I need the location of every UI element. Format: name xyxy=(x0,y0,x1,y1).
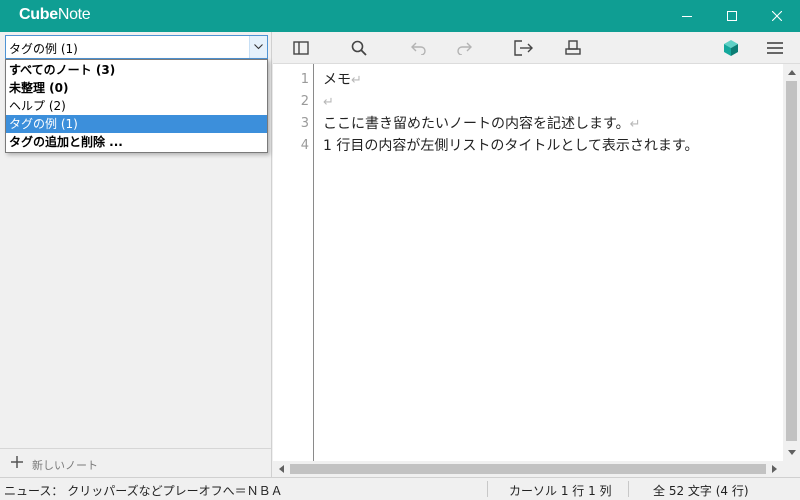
horizontal-scrollbar[interactable] xyxy=(273,461,783,477)
editor-line-text: メモ xyxy=(323,72,351,88)
app-logo-cube: Cube xyxy=(19,6,58,23)
line-number-gutter: 1 2 3 4 xyxy=(273,64,314,461)
tag-option-example[interactable]: タグの例 (1) xyxy=(6,115,267,133)
scroll-up-arrow[interactable] xyxy=(783,64,800,81)
close-button[interactable] xyxy=(754,0,800,32)
tag-select-arrow[interactable] xyxy=(249,36,267,58)
close-icon xyxy=(772,11,782,21)
minimize-icon xyxy=(682,16,692,17)
search-button[interactable] xyxy=(339,32,379,64)
redo-icon xyxy=(457,42,472,55)
cube-icon xyxy=(724,40,738,56)
editor-area[interactable]: 1 2 3 4 メモ↵ ↵ ここに書き留めたいノートの内容を記述します。↵ 1 … xyxy=(273,64,783,461)
news-ticker[interactable]: ニュース： クリッパーズなどプレーオフへ＝ＮＢＡ xyxy=(4,482,283,499)
tag-dropdown-list: すべてのノート (3) 未整理 (0) ヘルプ (2) タグの例 (1) タグの… xyxy=(5,59,268,153)
tag-option-help[interactable]: ヘルプ (2) xyxy=(6,97,267,115)
editor-line[interactable]: ここに書き留めたいノートの内容を記述します。↵ xyxy=(323,113,641,135)
editor-line-text: ここに書き留めたいノートの内容を記述します。 xyxy=(323,116,630,132)
scroll-down-arrow[interactable] xyxy=(783,444,800,461)
tag-option-all[interactable]: すべてのノート (3) xyxy=(6,61,267,79)
editor-line[interactable]: メモ↵ xyxy=(323,69,362,91)
editor-line[interactable]: ↵ xyxy=(323,91,334,113)
scroll-left-arrow[interactable] xyxy=(273,461,290,477)
app-logo-note: Note xyxy=(57,6,91,23)
export-button[interactable] xyxy=(504,32,544,64)
sidebar-toggle-button[interactable] xyxy=(281,32,321,64)
eol-mark-icon: ↵ xyxy=(323,95,334,110)
tag-select-value: タグの例 (1) xyxy=(9,42,78,56)
arrow-right-icon xyxy=(772,465,777,473)
cursor-position: カーソル 1 行 1 列 xyxy=(509,484,612,498)
tag-select[interactable]: タグの例 (1) xyxy=(5,35,268,59)
export-icon xyxy=(514,40,533,56)
eol-mark-icon: ↵ xyxy=(351,73,362,88)
status-bar: ニュース： クリッパーズなどプレーオフへ＝ＮＢＡ カーソル 1 行 1 列 全 … xyxy=(0,477,800,500)
menu-button[interactable] xyxy=(755,32,795,64)
app-logo: CubeNote xyxy=(19,6,91,24)
minimize-button[interactable] xyxy=(664,0,710,32)
scrollbar-corner xyxy=(783,461,800,477)
line-number: 1 xyxy=(300,72,309,87)
undo-icon xyxy=(411,42,426,55)
plus-icon xyxy=(11,456,23,468)
maximize-button[interactable] xyxy=(709,0,755,32)
print-icon xyxy=(565,40,581,55)
menu-icon xyxy=(767,42,783,54)
eol-mark-icon: ↵ xyxy=(629,117,641,132)
tag-option-unsorted[interactable]: 未整理 (0) xyxy=(6,79,267,97)
new-note-button[interactable]: 新しいノート xyxy=(0,448,271,477)
note-list-panel: タグの例 (1) すべてのノート (3) 未整理 (0) ヘルプ (2) タグの… xyxy=(0,32,272,477)
sidebar-toggle-icon xyxy=(293,41,309,55)
cube-button[interactable] xyxy=(711,32,751,64)
undo-button[interactable] xyxy=(399,32,439,64)
scroll-right-arrow[interactable] xyxy=(766,461,783,477)
new-note-label: 新しいノート xyxy=(32,459,98,472)
search-icon xyxy=(351,40,367,56)
editor-line-text: 1 行目の内容が左側リストのタイトルとして表示されます。 xyxy=(323,138,699,154)
redo-button[interactable] xyxy=(444,32,484,64)
vertical-scrollbar[interactable] xyxy=(783,64,800,461)
character-count: 全 52 文字 (4 行) xyxy=(653,484,749,498)
arrow-down-icon xyxy=(787,450,796,455)
line-number: 4 xyxy=(300,138,309,153)
tag-option-manage[interactable]: タグの追加と削除 ... xyxy=(6,133,267,151)
status-divider xyxy=(628,481,629,497)
arrow-left-icon xyxy=(279,465,284,473)
maximize-icon xyxy=(727,11,737,21)
chevron-down-icon xyxy=(254,44,263,50)
title-bar: CubeNote xyxy=(0,0,800,32)
arrow-up-icon xyxy=(787,70,796,75)
line-number: 2 xyxy=(300,94,309,109)
editor-toolbar xyxy=(273,32,800,64)
horizontal-scroll-thumb[interactable] xyxy=(290,464,766,474)
print-button[interactable] xyxy=(553,32,593,64)
vertical-scroll-thumb[interactable] xyxy=(786,81,797,441)
line-number: 3 xyxy=(300,116,309,131)
editor-line[interactable]: 1 行目の内容が左側リストのタイトルとして表示されます。 xyxy=(323,135,699,157)
status-divider xyxy=(487,481,488,497)
